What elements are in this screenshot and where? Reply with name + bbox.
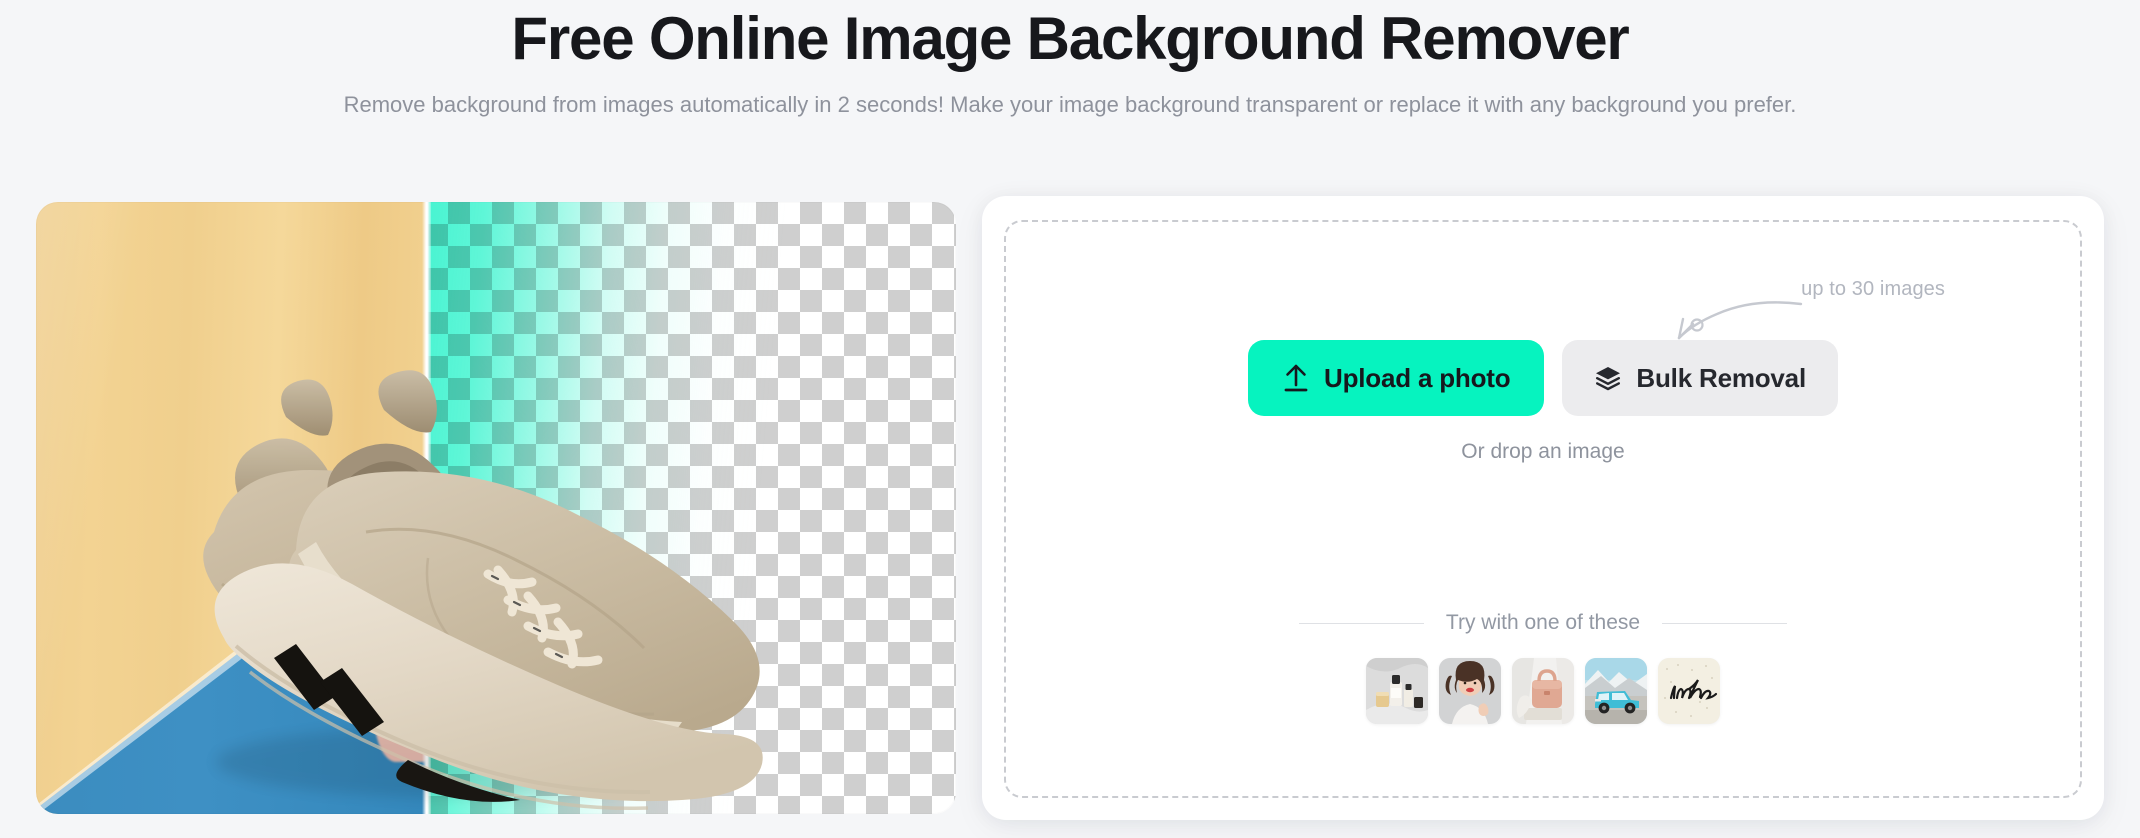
sample-car-icon[interactable] — [1585, 658, 1647, 724]
sample-skincare-icon[interactable] — [1366, 658, 1428, 724]
sample-thumbnail-list — [1006, 658, 2080, 724]
bulk-annotation: up to 30 images — [1635, 278, 1945, 348]
hero-header: Free Online Image Background Remover Rem… — [0, 0, 2140, 122]
page-title: Free Online Image Background Remover — [511, 5, 1629, 72]
bulk-removal-label: Bulk Removal — [1636, 362, 1806, 393]
sample-portrait-icon[interactable] — [1439, 658, 1501, 724]
sample-divider-label: Try with one of these — [1445, 611, 1641, 634]
drop-zone[interactable]: up to 30 images Upload a photo Bulk Remo… — [1004, 220, 2082, 798]
preview-split-divider — [422, 202, 431, 814]
sample-images-block: Try with one of these — [1006, 611, 2080, 724]
preview-pink-object — [374, 642, 426, 762]
upload-arrow-icon — [1282, 363, 1310, 393]
upload-photo-button[interactable]: Upload a photo — [1248, 340, 1545, 416]
preview-before-half — [36, 202, 426, 814]
preview-after-half — [426, 202, 956, 814]
page-subtitle: Remove background from images automatica… — [343, 92, 1797, 117]
preview-image-card — [36, 202, 956, 814]
preview-teal-highlight — [426, 202, 956, 814]
action-button-row: Upload a photo Bulk Removal — [1006, 340, 2080, 416]
layers-icon — [1594, 364, 1622, 392]
divider-line-left — [1299, 622, 1424, 624]
drop-hint-text: Or drop an image — [1461, 440, 1625, 463]
sample-handbag-icon[interactable] — [1512, 658, 1574, 724]
bulk-annotation-label: up to 30 images — [1801, 278, 1945, 300]
main-content-row: up to 30 images Upload a photo Bulk Remo… — [0, 196, 2140, 832]
divider-line-right — [1662, 622, 1787, 624]
bulk-removal-button[interactable]: Bulk Removal — [1562, 340, 1838, 416]
sample-logo-icon[interactable] — [1658, 658, 1720, 724]
page-root: Free Online Image Background Remover Rem… — [0, 0, 2140, 838]
upload-photo-label: Upload a photo — [1324, 362, 1511, 393]
sample-divider: Try with one of these — [1299, 611, 1787, 635]
upload-card[interactable]: up to 30 images Upload a photo Bulk Remo… — [982, 196, 2104, 820]
